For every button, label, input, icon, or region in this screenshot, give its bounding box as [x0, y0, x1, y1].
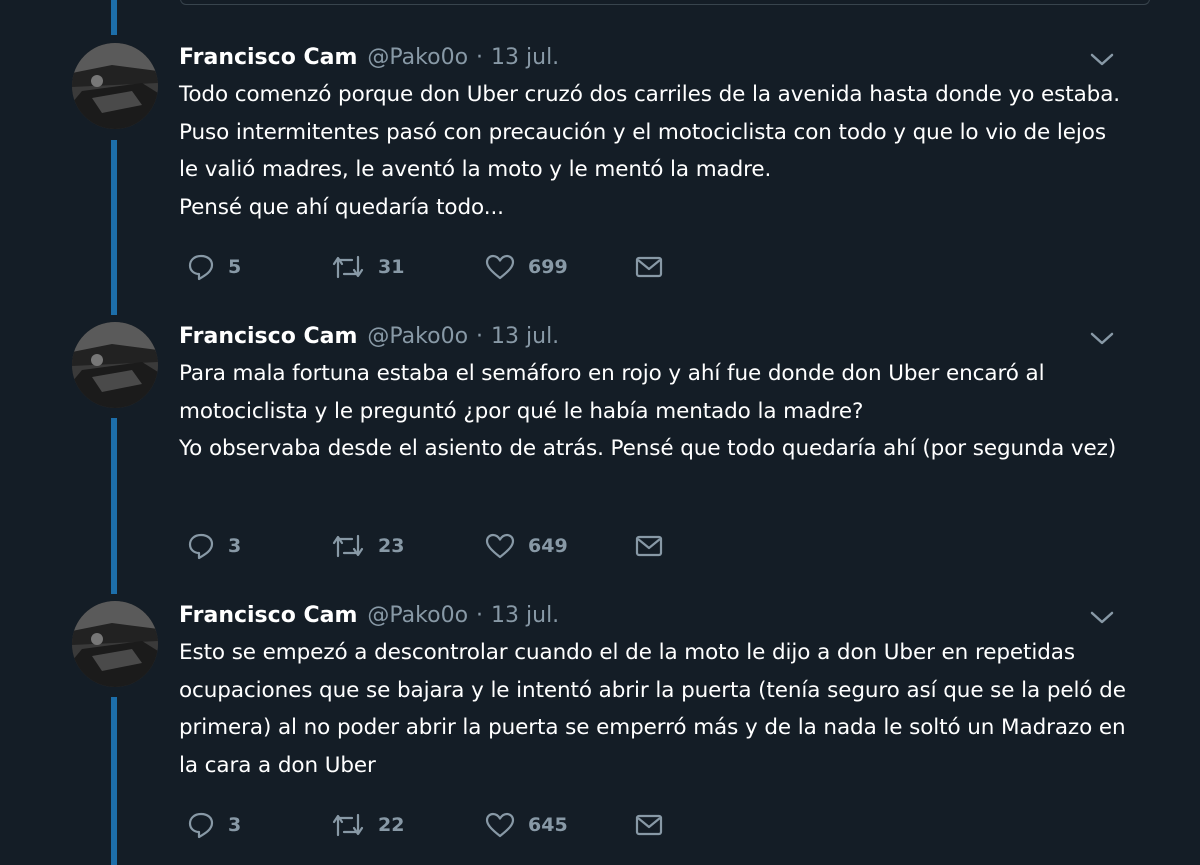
tweet-text: Esto se empezó a descontrolar cuando el …	[179, 640, 1133, 778]
chevron-down-icon[interactable]	[1088, 48, 1116, 70]
retweet-icon	[330, 531, 366, 561]
separator: ·	[476, 602, 484, 628]
tweet-date[interactable]: 13 jul.	[491, 324, 559, 349]
avatar[interactable]	[72, 43, 158, 129]
tweet-header: Francisco Cam @Pako0o · 13 jul.	[179, 319, 559, 353]
direct-message-button[interactable]	[634, 808, 664, 842]
reply-count: 3	[228, 814, 242, 836]
tweet[interactable]: Francisco Cam @Pako0o · 13 jul. Todo com…	[0, 0, 1200, 282]
retweet-count: 22	[378, 814, 405, 836]
tweet-text: Todo comenzó porque don Uber cruzó dos c…	[179, 82, 1121, 220]
reply-icon	[186, 531, 216, 561]
author-handle[interactable]: @Pako0o	[367, 324, 468, 349]
tweet-header: Francisco Cam @Pako0o · 13 jul.	[179, 598, 559, 632]
author-handle[interactable]: @Pako0o	[367, 45, 468, 70]
author-handle[interactable]: @Pako0o	[367, 603, 468, 628]
retweet-count: 31	[378, 256, 405, 278]
tweet-text: Para mala fortuna estaba el semáforo en …	[179, 361, 1117, 461]
retweet-icon	[330, 810, 366, 840]
author-name[interactable]: Francisco Cam	[179, 45, 357, 70]
retweet-count: 23	[378, 535, 405, 557]
avatar[interactable]	[72, 601, 158, 687]
like-count: 645	[528, 814, 568, 836]
direct-message-icon	[634, 252, 664, 282]
retweet-button[interactable]: 22	[330, 808, 404, 842]
author-name[interactable]: Francisco Cam	[179, 324, 357, 349]
heart-icon	[484, 531, 516, 561]
like-count: 699	[528, 256, 568, 278]
reply-icon	[186, 810, 216, 840]
tweet-header: Francisco Cam @Pako0o · 13 jul.	[179, 40, 559, 74]
separator: ·	[476, 323, 484, 349]
chevron-down-icon[interactable]	[1088, 327, 1116, 349]
tweet-date[interactable]: 13 jul.	[491, 45, 559, 70]
reply-button[interactable]: 3	[186, 808, 241, 842]
heart-icon	[484, 252, 516, 282]
avatar[interactable]	[72, 322, 158, 408]
heart-icon	[484, 810, 516, 840]
direct-message-icon	[634, 810, 664, 840]
tweet[interactable]: Francisco Cam @Pako0o · 13 jul. Para mal…	[0, 279, 1200, 561]
tweet-date[interactable]: 13 jul.	[491, 603, 559, 628]
reply-count: 5	[228, 256, 242, 278]
like-button[interactable]: 645	[484, 808, 568, 842]
tweet-actions: 3 22 645	[0, 808, 900, 842]
author-name[interactable]: Francisco Cam	[179, 603, 357, 628]
reply-count: 3	[228, 535, 242, 557]
reply-icon	[186, 252, 216, 282]
direct-message-icon	[634, 531, 664, 561]
chevron-down-icon[interactable]	[1088, 606, 1116, 628]
separator: ·	[476, 44, 484, 70]
tweet[interactable]: Francisco Cam @Pako0o · 13 jul. Esto se …	[0, 558, 1200, 839]
like-count: 649	[528, 535, 568, 557]
retweet-icon	[330, 252, 366, 282]
